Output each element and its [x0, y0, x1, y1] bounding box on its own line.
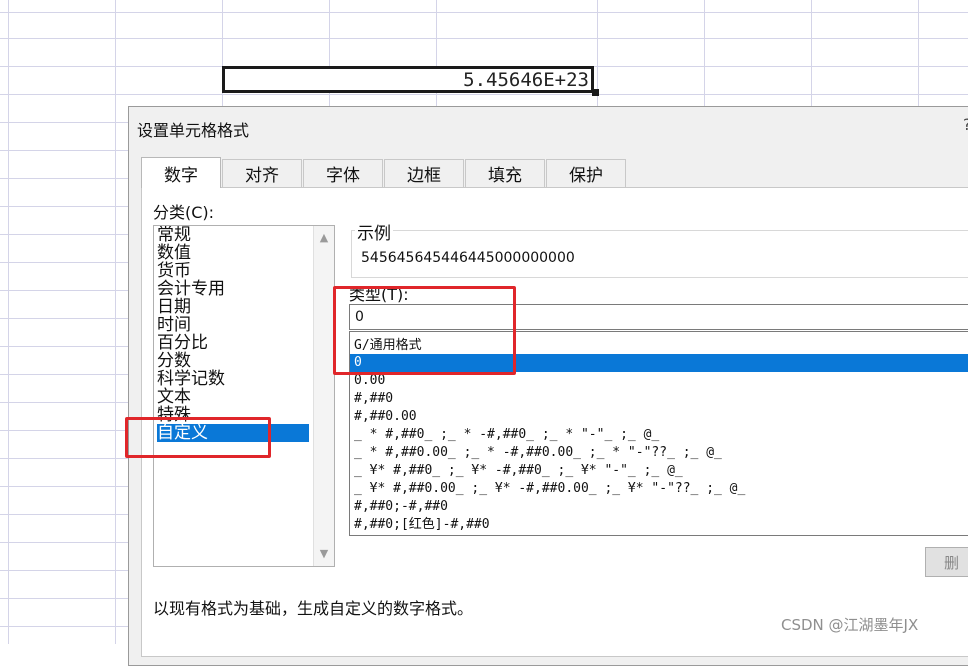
- category-item-date[interactable]: 日期: [157, 298, 309, 316]
- annotation-box-custom: [125, 417, 271, 458]
- sample-value: 545645645446445000000000: [361, 250, 575, 266]
- category-item-number[interactable]: 数值: [157, 244, 309, 262]
- annotation-box-type: [333, 286, 516, 375]
- delete-button-label: 删: [944, 553, 960, 572]
- category-item-text[interactable]: 文本: [157, 388, 309, 406]
- category-item-accounting[interactable]: 会计专用: [157, 280, 309, 298]
- category-list[interactable]: 常规 数值 货币 会计专用 日期 时间 百分比 分数 科学记数 文本 特殊 自定…: [153, 225, 335, 567]
- format-item[interactable]: #,##0;-#,##0: [350, 498, 968, 516]
- scroll-up-icon[interactable]: ▲: [314, 228, 334, 248]
- format-cells-dialog: 设置单元格格式 ? 数字 对齐 字体 边框 填充 保护 分类(C): 常规 数值…: [128, 106, 968, 666]
- active-cell[interactable]: 5.45646E+23: [222, 66, 594, 93]
- tab-number[interactable]: 数字: [141, 157, 221, 188]
- tab-protection[interactable]: 保护: [546, 159, 626, 187]
- format-item[interactable]: _ * #,##0.00_ ;_ * -#,##0.00_ ;_ * "-"??…: [350, 444, 968, 462]
- category-item-general[interactable]: 常规: [157, 226, 309, 244]
- category-item-time[interactable]: 时间: [157, 316, 309, 334]
- tab-font[interactable]: 字体: [303, 159, 383, 187]
- format-item[interactable]: _ ¥* #,##0.00_ ;_ ¥* -#,##0.00_ ;_ ¥* "-…: [350, 480, 968, 498]
- category-item-fraction[interactable]: 分数: [157, 352, 309, 370]
- help-button[interactable]: ?: [963, 115, 968, 134]
- delete-button[interactable]: 删: [925, 547, 968, 577]
- format-item[interactable]: #,##0.00: [350, 408, 968, 426]
- format-item[interactable]: _ ¥* #,##0_ ;_ ¥* -#,##0_ ;_ ¥* "-"_ ;_ …: [350, 462, 968, 480]
- format-description: 以现有格式为基础，生成自定义的数字格式。: [153, 599, 474, 618]
- tab-fill[interactable]: 填充: [465, 159, 545, 187]
- format-item[interactable]: #,##0;[红色]-#,##0: [350, 516, 968, 534]
- scroll-down-icon[interactable]: ▼: [314, 544, 334, 564]
- category-scrollbar[interactable]: ▲ ▼: [313, 226, 334, 566]
- active-cell-value: 5.45646E+23: [463, 68, 589, 91]
- category-item-currency[interactable]: 货币: [157, 262, 309, 280]
- tab-border[interactable]: 边框: [384, 159, 464, 187]
- fill-handle[interactable]: [592, 89, 599, 96]
- category-label: 分类(C):: [153, 203, 215, 222]
- format-item[interactable]: _ * #,##0_ ;_ * -#,##0_ ;_ * "-"_ ;_ @_: [350, 426, 968, 444]
- dialog-title: 设置单元格格式: [137, 121, 250, 140]
- category-item-scientific[interactable]: 科学记数: [157, 370, 309, 388]
- format-item[interactable]: #,##0: [350, 390, 968, 408]
- watermark: CSDN @江湖墨年JX: [781, 616, 919, 634]
- tab-alignment[interactable]: 对齐: [222, 159, 302, 187]
- sample-label: 示例: [355, 219, 393, 244]
- category-item-percentage[interactable]: 百分比: [157, 334, 309, 352]
